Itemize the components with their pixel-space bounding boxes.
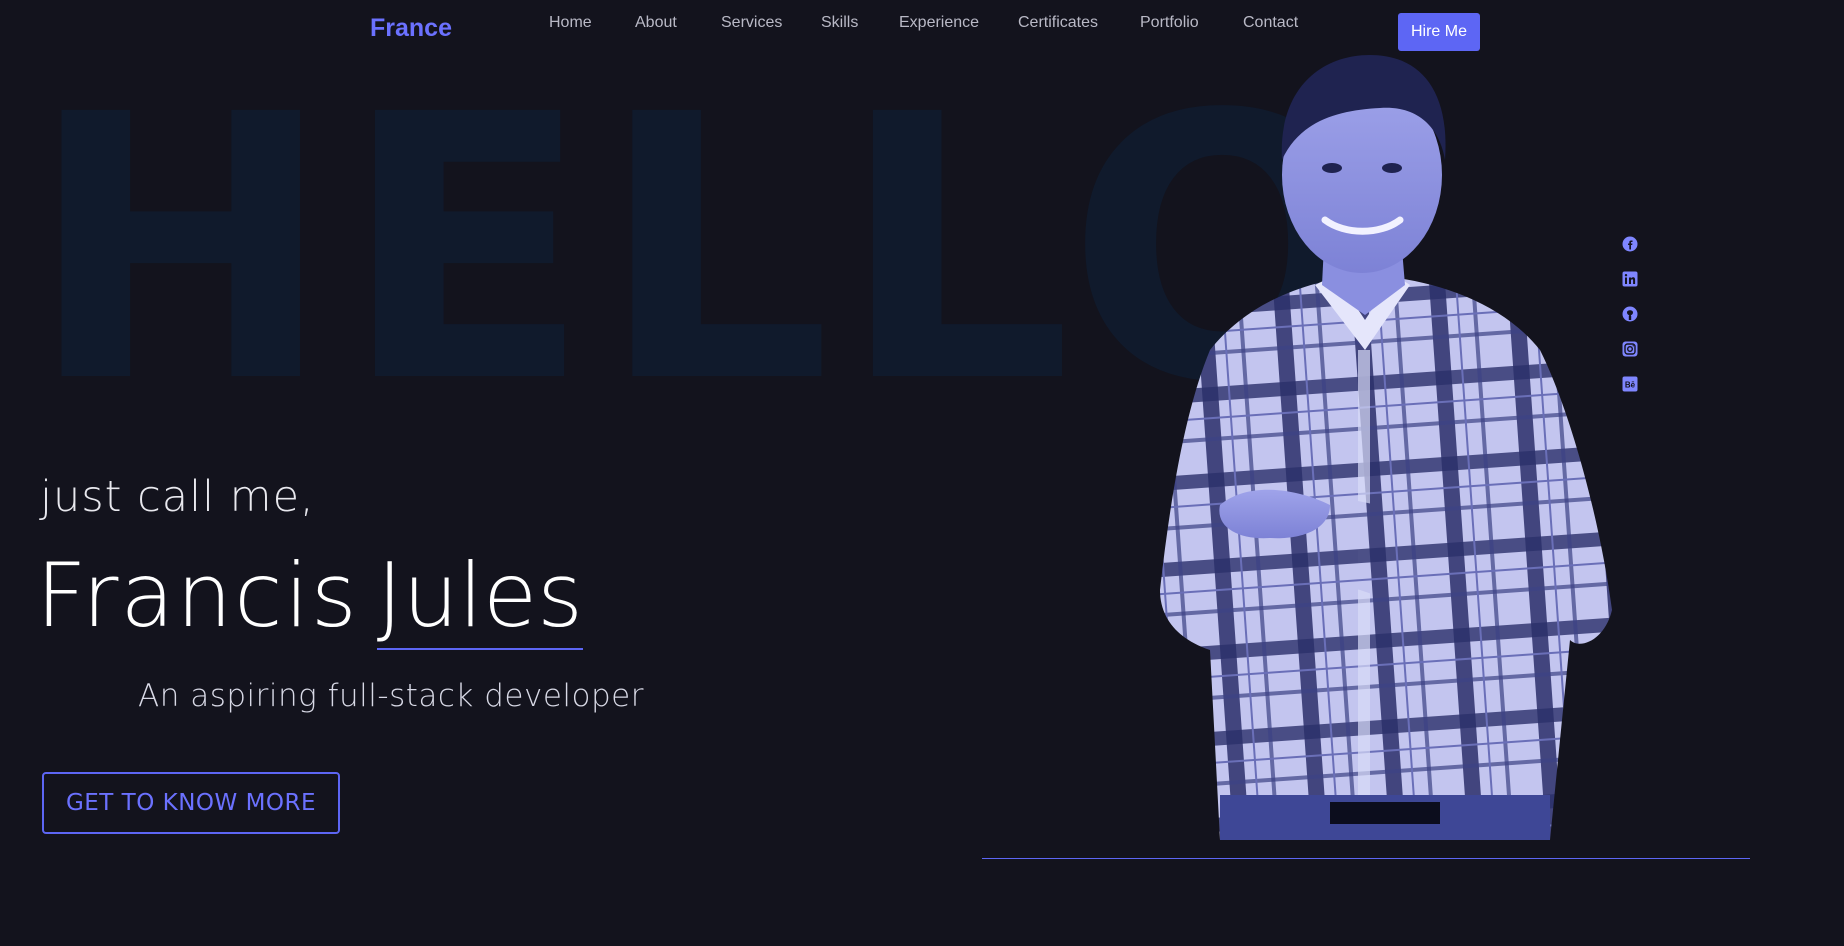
nav-about[interactable]: About (635, 14, 677, 32)
behance-icon[interactable]: Bē (1622, 376, 1638, 392)
instagram-icon[interactable] (1622, 341, 1638, 357)
hero-last-name: Jules (376, 549, 583, 651)
github-icon[interactable] (1622, 306, 1638, 322)
hero-baseline (982, 858, 1750, 859)
hero-name: Francis Jules (36, 549, 583, 651)
hero-first-name: Francis (36, 544, 359, 647)
nav-home[interactable]: Home (549, 14, 592, 32)
profile-photo (1160, 55, 1612, 840)
nav-contact[interactable]: Contact (1243, 14, 1298, 32)
svg-text:Bē: Bē (1625, 381, 1636, 390)
hire-me-button[interactable]: Hire Me (1398, 13, 1480, 51)
nav-skills[interactable]: Skills (821, 14, 858, 32)
get-to-know-more-button[interactable]: GET TO KNOW MORE (42, 772, 340, 834)
facebook-icon[interactable] (1622, 236, 1638, 252)
nav-experience[interactable]: Experience (899, 14, 979, 32)
hero-tagline: An aspiring full-stack developer (138, 678, 644, 714)
hero-intro: just call me, (40, 472, 315, 522)
nav-portfolio[interactable]: Portfolio (1140, 14, 1199, 32)
nav-certificates[interactable]: Certificates (1018, 14, 1098, 32)
nav-services[interactable]: Services (721, 14, 782, 32)
linkedin-icon[interactable] (1622, 271, 1638, 287)
